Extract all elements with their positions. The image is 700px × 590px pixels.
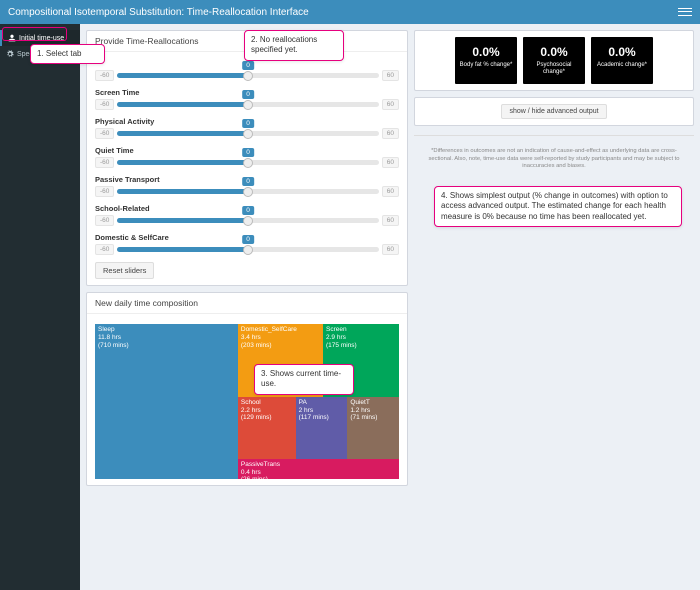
reset-sliders-button[interactable]: Reset sliders bbox=[95, 262, 154, 279]
outcome-value: 0.0% bbox=[527, 45, 581, 59]
slider-track[interactable]: 0 bbox=[117, 189, 378, 194]
treemap-chart: Sleep11.8 hrs(710 mins)Domestic_SelfCare… bbox=[95, 324, 399, 479]
treemap-cell-passivetrans: PassiveTrans0.4 hrs(26 mins) bbox=[238, 459, 399, 479]
app-title: Compositional Isotemporal Substitution: … bbox=[8, 7, 309, 18]
slider-max: 60 bbox=[382, 244, 399, 255]
slider-value: 0 bbox=[242, 90, 254, 99]
slider-track[interactable]: 0 bbox=[117, 218, 378, 223]
slider-max: 60 bbox=[382, 157, 399, 168]
app-header: Compositional Isotemporal Substitution: … bbox=[0, 0, 700, 24]
treemap-cell-pa: PA2 hrs(117 mins) bbox=[296, 397, 348, 459]
annotation-callout-2: 2. No reallocations specified yet. bbox=[244, 30, 344, 61]
slider-value: 0 bbox=[242, 119, 254, 128]
outcomes-panel: 0.0% Body fat % change* 0.0% Psychosocial c… bbox=[414, 30, 694, 91]
footnote-text: *Differences in outcomes are not an indi… bbox=[414, 145, 694, 174]
gear-icon bbox=[6, 50, 14, 58]
reallocation-panel: Provide Time-Reallocations -60060Screen … bbox=[86, 30, 408, 286]
sidebar: Initial time-use Specify bbox=[0, 24, 80, 590]
outcome-label: Body fat % change* bbox=[459, 62, 513, 69]
outcome-value: 0.0% bbox=[459, 45, 513, 59]
slider-value: 0 bbox=[242, 235, 254, 244]
slider-min: -60 bbox=[95, 186, 114, 197]
slider-track[interactable]: 0 bbox=[117, 160, 378, 165]
slider-min: -60 bbox=[95, 244, 114, 255]
sidebar-item-label: Initial time-use bbox=[19, 35, 64, 42]
slider-physical-activity: Physical Activity-60060 bbox=[95, 117, 399, 139]
slider-value: 0 bbox=[242, 177, 254, 186]
slider-thumb[interactable] bbox=[243, 216, 253, 226]
slider-school-related: School-Related-60060 bbox=[95, 204, 399, 226]
treemap-cell-quiett: QuietT1.2 hrs(71 mins) bbox=[347, 397, 399, 459]
outcome-label: Psychosocial change* bbox=[527, 62, 581, 76]
slider-max: 60 bbox=[382, 186, 399, 197]
annotation-callout-1: 1. Select tab bbox=[30, 44, 105, 64]
slider-max: 60 bbox=[382, 70, 399, 81]
slider-domestic-selfcare: Domestic & SelfCare-60060 bbox=[95, 233, 399, 255]
slider-min: -60 bbox=[95, 157, 114, 168]
slider-max: 60 bbox=[382, 215, 399, 226]
user-icon bbox=[8, 34, 16, 42]
panel-title: New daily time composition bbox=[87, 293, 407, 314]
slider-value: 0 bbox=[242, 61, 254, 70]
slider-thumb[interactable] bbox=[243, 129, 253, 139]
hamburger-menu-icon[interactable] bbox=[678, 5, 692, 19]
outcome-value: 0.0% bbox=[595, 45, 649, 59]
treemap-cell-sleep: Sleep11.8 hrs(710 mins) bbox=[95, 324, 238, 479]
slider-screen-time: Screen Time-60060 bbox=[95, 88, 399, 110]
slider-track[interactable]: 0 bbox=[117, 131, 378, 136]
slider-max: 60 bbox=[382, 128, 399, 139]
annotation-callout-4: 4. Shows simplest output (% change in ou… bbox=[434, 186, 682, 227]
toggle-advanced-button[interactable]: show / hide advanced output bbox=[501, 104, 606, 119]
outcome-label: Academic change* bbox=[595, 62, 649, 69]
slider-track[interactable]: 0 bbox=[117, 247, 378, 252]
slider-thumb[interactable] bbox=[243, 100, 253, 110]
slider-max: 60 bbox=[382, 99, 399, 110]
outcome-box: 0.0% Body fat % change* bbox=[455, 37, 517, 84]
slider-thumb[interactable] bbox=[243, 187, 253, 197]
slider-thumb[interactable] bbox=[243, 245, 253, 255]
slider-track[interactable]: 0 bbox=[117, 102, 378, 107]
slider-track[interactable]: 0 bbox=[117, 73, 378, 78]
slider-min: -60 bbox=[95, 70, 114, 81]
treemap-cell-school: School2.2 hrs(129 mins) bbox=[238, 397, 296, 459]
outcome-box: 0.0% Psychosocial change* bbox=[523, 37, 585, 84]
slider-value: 0 bbox=[242, 206, 254, 215]
slider-thumb[interactable] bbox=[243, 71, 253, 81]
outcome-box: 0.0% Academic change* bbox=[591, 37, 653, 84]
slider-min: -60 bbox=[95, 215, 114, 226]
slider-passive-transport: Passive Transport-60060 bbox=[95, 175, 399, 197]
slider-sleep: -600 60 bbox=[95, 70, 399, 81]
slider-thumb[interactable] bbox=[243, 158, 253, 168]
composition-panel: New daily time composition Sleep11.8 hrs… bbox=[86, 292, 408, 486]
slider-min: -60 bbox=[95, 128, 114, 139]
annotation-callout-3: 3. Shows current time-use. bbox=[254, 364, 354, 395]
slider-min: -60 bbox=[95, 99, 114, 110]
slider-quiet-time: Quiet Time-60060 bbox=[95, 146, 399, 168]
slider-value: 0 bbox=[242, 148, 254, 157]
divider bbox=[414, 135, 694, 136]
advanced-output-panel: show / hide advanced output bbox=[414, 97, 694, 126]
